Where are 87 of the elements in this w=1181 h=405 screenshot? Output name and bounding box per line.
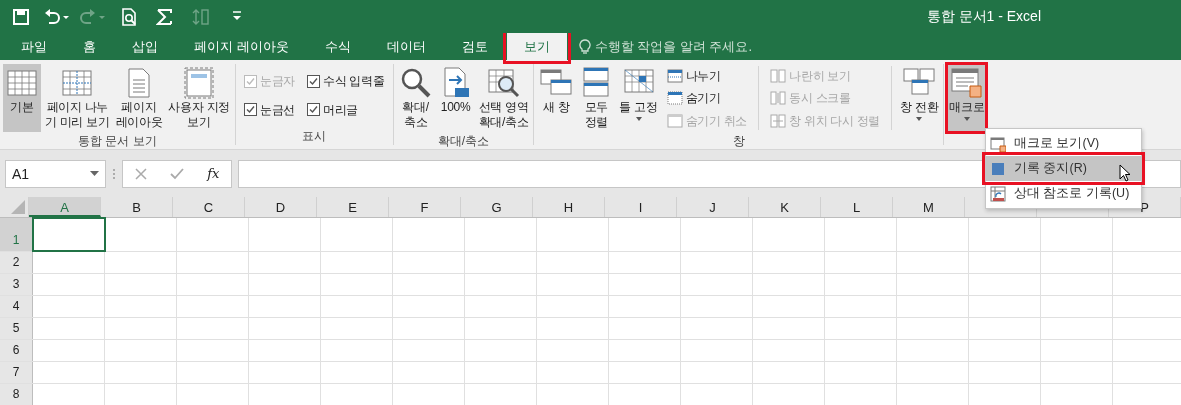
print-preview-icon (120, 7, 139, 26)
menu-item[interactable]: 매크로 보기(V) (986, 131, 1141, 156)
name-box[interactable]: A1 (5, 160, 106, 188)
column-header[interactable]: D (245, 197, 317, 217)
ribbon-tab[interactable]: 홈 (66, 33, 113, 60)
column-header[interactable]: I (605, 197, 677, 217)
checkbox[interactable]: 수식 입력줄 (306, 72, 386, 91)
ribbon-button[interactable]: 나누기 (665, 66, 749, 85)
ribbon-button[interactable]: 새 창 (537, 64, 576, 132)
ribbon-button[interactable]: 기본 (3, 64, 41, 132)
macro-icon (990, 135, 1006, 152)
undo-icon (43, 7, 72, 26)
checkbox-icon (307, 74, 321, 88)
row-header[interactable]: 6 (0, 340, 33, 361)
checkbox-icon (243, 74, 257, 88)
ribbon-tab[interactable]: 수식 (307, 33, 368, 60)
caret-icon (915, 115, 924, 122)
column-header[interactable]: J (677, 197, 749, 217)
hide-window-icon (666, 90, 683, 106)
group-label: 창 (732, 133, 745, 150)
save-icon (12, 7, 31, 26)
ribbon-button[interactable]: 숨기기 (665, 89, 749, 107)
ribbon-button[interactable]: 페이지 레이아웃 (113, 64, 165, 132)
mouse-pointer-icon (1119, 164, 1131, 182)
column-header[interactable]: A (29, 197, 101, 217)
checkbox-icon (243, 103, 257, 117)
checkbox[interactable]: 눈금선 (242, 100, 297, 119)
row-header[interactable]: 8 (0, 384, 33, 405)
ribbon-tab[interactable]: 검토 (444, 33, 505, 60)
group-label: 표시 (302, 128, 327, 145)
ribbon-button[interactable]: 틀 고정 (617, 64, 660, 132)
redo-icon (79, 7, 108, 26)
column-header[interactable]: B (101, 197, 173, 217)
ribbon-button[interactable]: 확대/ 축소 (396, 64, 435, 132)
row-header[interactable]: 2 (0, 252, 33, 273)
window-title: 통합 문서1 - Excel (926, 7, 1041, 26)
ribbon-button[interactable]: 선택 영역 확대/축소 (476, 64, 531, 132)
caret-icon (962, 115, 971, 122)
ribbon-button[interactable]: 모두 정렬 (577, 64, 616, 132)
ribbon-tab[interactable]: 삽입 (115, 33, 175, 60)
column-header[interactable]: H (533, 197, 605, 217)
insert-function-button[interactable]: fx (207, 164, 220, 184)
column-header[interactable]: G (461, 197, 533, 217)
column-header[interactable]: C (173, 197, 245, 217)
row-header[interactable]: 3 (0, 274, 33, 295)
row-header[interactable]: 4 (0, 296, 33, 317)
lightbulb-icon (578, 38, 591, 55)
ribbon-button[interactable]: 페이지 나누 기 미리 보기 (43, 64, 112, 132)
ribbon-button[interactable]: 창 전환 (898, 64, 941, 132)
split-icon (666, 67, 683, 84)
check-icon (169, 168, 184, 180)
relative-reference-icon (990, 185, 1006, 202)
cancel-icon (134, 168, 147, 180)
column-header[interactable]: K (749, 197, 821, 217)
zoom-selection-icon (486, 66, 521, 100)
reset-position-icon (770, 112, 787, 129)
side-by-side-icon (770, 67, 787, 84)
row-header[interactable]: 5 (0, 318, 33, 339)
column-header[interactable]: F (389, 197, 461, 217)
ribbon-tab[interactable]: 파일 (4, 33, 64, 60)
sigma-icon (156, 7, 175, 26)
group-label: 통합 문서 보기 (78, 133, 157, 150)
sync-scroll-icon (770, 90, 787, 106)
caret-icon (634, 115, 643, 122)
active-cell[interactable] (33, 218, 105, 251)
row-header[interactable]: 1 (0, 218, 33, 251)
select-all-icon (11, 200, 25, 214)
row-header[interactable]: 7 (0, 362, 33, 383)
row-height-icon (192, 7, 211, 26)
ribbon-tab[interactable]: 데이터 (369, 33, 443, 60)
ribbon-button[interactable]: 매크로 (947, 64, 987, 132)
caret-icon (90, 171, 99, 177)
column-header[interactable]: L (821, 197, 893, 217)
column-header[interactable]: E (317, 197, 389, 217)
column-header[interactable]: M (893, 197, 965, 217)
tell-me-field[interactable]: 수행할 작업을 알려 주세요. (594, 36, 753, 57)
ribbon-button[interactable]: 100% (436, 64, 475, 132)
checkbox-icon (307, 103, 321, 117)
macro-icon (949, 66, 984, 100)
unhide-window-icon (666, 112, 683, 129)
group-label: 확대/축소 (437, 133, 490, 150)
stop-icon (990, 160, 1006, 177)
custom-view-icon (182, 66, 217, 100)
grip-icon (112, 168, 116, 180)
ribbon-tab[interactable]: 페이지 레이아웃 (177, 33, 306, 60)
ribbon-button[interactable]: 사용자 지정 보기 (166, 64, 232, 132)
checkbox[interactable]: 머리글 (306, 100, 386, 119)
